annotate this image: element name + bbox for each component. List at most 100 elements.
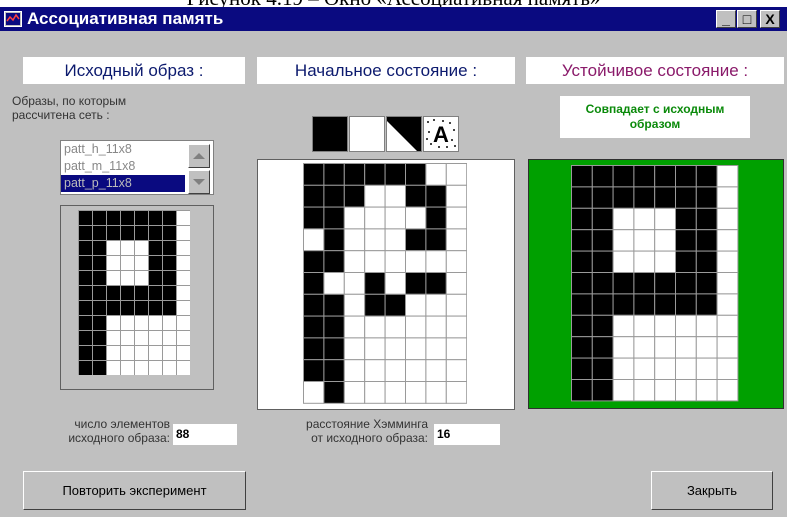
initial-cell[interactable] — [323, 293, 345, 317]
initial-cell[interactable] — [405, 250, 427, 273]
initial-cell[interactable] — [445, 184, 467, 208]
initial-cell[interactable] — [364, 272, 386, 295]
initial-cell[interactable] — [405, 228, 427, 252]
initial-cell[interactable] — [303, 206, 325, 230]
fill-diagonal-button[interactable] — [386, 116, 422, 152]
initial-cell[interactable] — [425, 293, 447, 317]
initial-cell[interactable] — [445, 293, 467, 317]
close-button[interactable]: Закрыть — [651, 471, 773, 510]
initial-cell[interactable] — [343, 206, 366, 230]
scroll-down-button[interactable] — [188, 170, 210, 194]
initial-cell[interactable] — [343, 293, 366, 317]
initial-cell[interactable] — [323, 381, 345, 404]
initial-cell[interactable] — [343, 163, 366, 186]
initial-cell[interactable] — [445, 228, 467, 252]
initial-cell[interactable] — [445, 272, 467, 295]
initial-cell[interactable] — [425, 381, 447, 404]
initial-cell[interactable] — [303, 381, 325, 404]
pattern-list-item[interactable]: patt_p_11x8 — [61, 175, 185, 192]
initial-cell[interactable] — [425, 272, 447, 295]
initial-cell[interactable] — [343, 337, 366, 361]
initial-cell[interactable] — [405, 315, 427, 339]
initial-cell[interactable] — [425, 250, 447, 273]
initial-cell[interactable] — [405, 359, 427, 382]
initial-cell[interactable] — [425, 184, 447, 208]
initial-cell[interactable] — [445, 359, 467, 382]
initial-cell[interactable] — [384, 359, 406, 382]
initial-cell[interactable] — [303, 163, 325, 186]
initial-cell[interactable] — [445, 250, 467, 273]
initial-cell[interactable] — [364, 315, 386, 339]
initial-cell[interactable] — [405, 337, 427, 361]
initial-cell[interactable] — [323, 337, 345, 361]
initial-cell[interactable] — [425, 228, 447, 252]
initial-cell[interactable] — [405, 184, 427, 208]
pattern-list-item[interactable]: patt_h_11x8 — [61, 141, 185, 158]
initial-cell[interactable] — [303, 359, 325, 382]
initial-cell[interactable] — [303, 228, 325, 252]
initial-cell[interactable] — [384, 163, 406, 186]
initial-cell[interactable] — [323, 184, 345, 208]
initial-cell[interactable] — [405, 293, 427, 317]
initial-cell[interactable] — [364, 163, 386, 186]
initial-cell[interactable] — [364, 293, 386, 317]
scroll-up-button[interactable] — [188, 144, 210, 168]
initial-cell[interactable] — [405, 206, 427, 230]
patterns-listbox[interactable]: patt_h_11x8 patt_m_11x8 patt_p_11x8 — [60, 140, 214, 195]
initial-cell[interactable] — [384, 228, 406, 252]
initial-state-grid[interactable] — [303, 163, 467, 405]
initial-cell[interactable] — [384, 381, 406, 404]
initial-cell[interactable] — [364, 228, 386, 252]
initial-cell[interactable] — [425, 359, 447, 382]
initial-cell[interactable] — [323, 315, 345, 339]
initial-cell[interactable] — [364, 381, 386, 404]
minimize-button[interactable]: _ — [716, 10, 736, 28]
initial-cell[interactable] — [384, 206, 406, 230]
initial-cell[interactable] — [445, 337, 467, 361]
fill-white-button[interactable] — [349, 116, 385, 152]
initial-cell[interactable] — [384, 293, 406, 317]
initial-cell[interactable] — [303, 272, 325, 295]
initial-cell[interactable] — [303, 250, 325, 273]
initial-cell[interactable] — [323, 228, 345, 252]
initial-cell[interactable] — [405, 381, 427, 404]
initial-cell[interactable] — [303, 337, 325, 361]
fill-black-button[interactable] — [312, 116, 348, 152]
initial-cell[interactable] — [323, 359, 345, 382]
initial-cell[interactable] — [384, 272, 406, 295]
initial-cell[interactable] — [425, 163, 447, 186]
initial-cell[interactable] — [384, 337, 406, 361]
initial-cell[interactable] — [364, 359, 386, 382]
initial-cell[interactable] — [343, 359, 366, 382]
initial-cell[interactable] — [425, 337, 447, 361]
repeat-experiment-button[interactable]: Повторить эксперимент — [23, 471, 246, 510]
initial-cell[interactable] — [384, 250, 406, 273]
initial-cell[interactable] — [343, 381, 366, 404]
initial-cell[interactable] — [364, 184, 386, 208]
initial-cell[interactable] — [343, 250, 366, 273]
initial-cell[interactable] — [425, 206, 447, 230]
initial-cell[interactable] — [303, 184, 325, 208]
initial-cell[interactable] — [323, 250, 345, 273]
initial-cell[interactable] — [384, 315, 406, 339]
initial-cell[interactable] — [405, 272, 427, 295]
initial-cell[interactable] — [343, 228, 366, 252]
initial-cell[interactable] — [384, 184, 406, 208]
noise-button[interactable]: A — [423, 116, 459, 152]
initial-cell[interactable] — [405, 163, 427, 186]
initial-cell[interactable] — [343, 272, 366, 295]
initial-cell[interactable] — [364, 250, 386, 273]
initial-cell[interactable] — [323, 163, 345, 186]
initial-cell[interactable] — [425, 315, 447, 339]
initial-cell[interactable] — [303, 315, 325, 339]
initial-cell[interactable] — [445, 163, 467, 186]
initial-cell[interactable] — [343, 184, 366, 208]
initial-cell[interactable] — [364, 337, 386, 361]
pattern-list-item[interactable]: patt_m_11x8 — [61, 158, 185, 175]
initial-cell[interactable] — [445, 206, 467, 230]
initial-cell[interactable] — [303, 293, 325, 317]
title-bar[interactable]: Ассоциативная память _ □ X — [0, 7, 787, 31]
initial-cell[interactable] — [445, 381, 467, 404]
initial-cell[interactable] — [364, 206, 386, 230]
initial-cell[interactable] — [323, 206, 345, 230]
